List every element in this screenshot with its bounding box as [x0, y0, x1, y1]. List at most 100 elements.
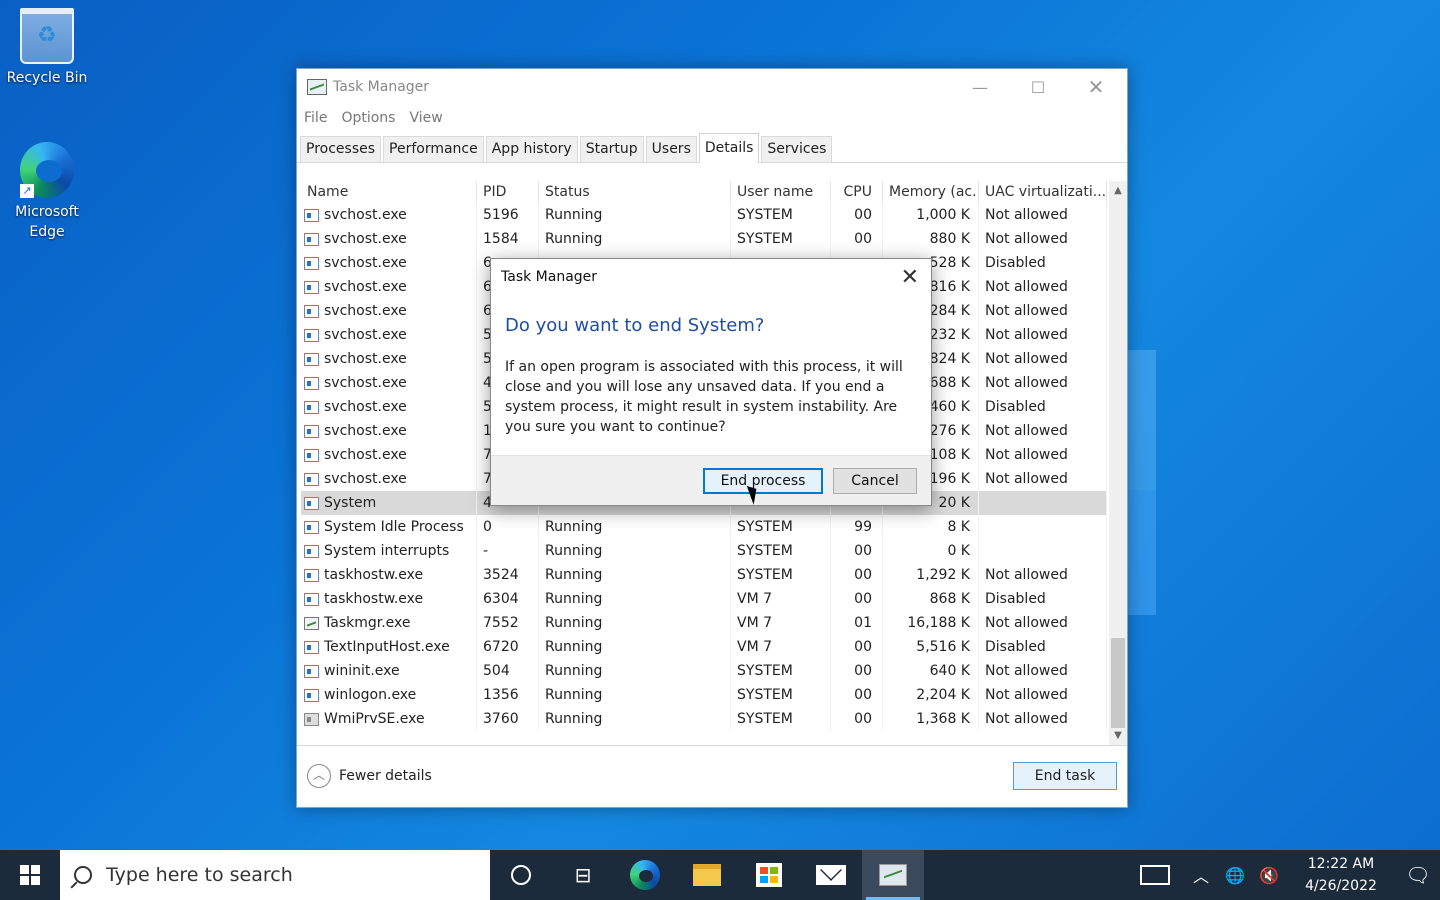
- cell-memory: 868 K: [883, 587, 979, 611]
- table-row[interactable]: wininit.exe 504 Running SYSTEM 00 640 K Not al…: [301, 659, 1107, 683]
- table-row[interactable]: svchost.exe 5196 Running SYSTEM 00 1,000 K Not…: [301, 203, 1107, 227]
- cell-cpu: 00: [831, 707, 883, 731]
- taskbar-task-manager-button[interactable]: [862, 850, 924, 900]
- scroll-up-arrow-icon[interactable]: ▲: [1109, 183, 1127, 199]
- table-row[interactable]: Taskmgr.exe 7552 Running VM 7 01 16,188 K Not …: [301, 611, 1107, 635]
- recycle-bin-icon: [20, 8, 74, 64]
- tab-services[interactable]: Services: [761, 136, 833, 162]
- show-hidden-icons-chevron-icon[interactable]: ︿: [1184, 863, 1218, 887]
- cell-cpu: 00: [831, 203, 883, 227]
- process-name: wininit.exe: [324, 663, 400, 679]
- tab-startup[interactable]: Startup: [579, 136, 644, 162]
- cell-pid: 5196: [477, 203, 539, 227]
- minimize-button[interactable]: —: [951, 69, 1009, 105]
- tab-app-history[interactable]: App history: [485, 136, 578, 162]
- cell-uac: Not allowed: [979, 371, 1107, 395]
- menu-file[interactable]: File: [304, 110, 327, 126]
- scroll-thumb[interactable]: [1111, 638, 1125, 728]
- process-icon: [304, 592, 319, 606]
- taskbar-store-button[interactable]: [738, 850, 800, 900]
- cancel-button[interactable]: Cancel: [833, 468, 917, 494]
- cell-name: svchost.exe: [301, 275, 477, 299]
- news-widget-icon[interactable]: [1140, 865, 1170, 885]
- network-globe-icon[interactable]: 🌐: [1218, 866, 1252, 885]
- end-task-button[interactable]: End task: [1013, 762, 1117, 790]
- taskbar-clock[interactable]: 12:22 AM 4/26/2022: [1296, 853, 1386, 897]
- cell-name: svchost.exe: [301, 299, 477, 323]
- vertical-scrollbar[interactable]: ▲ ▼: [1109, 181, 1127, 746]
- shortcut-arrow-icon: ↗: [20, 184, 34, 198]
- cell-cpu: 00: [831, 227, 883, 251]
- scroll-down-arrow-icon[interactable]: ▼: [1109, 728, 1127, 744]
- column-header-user-name[interactable]: User name: [731, 181, 831, 203]
- cell-uac: Not allowed: [979, 563, 1107, 587]
- task-view-button[interactable]: ⊟: [552, 850, 614, 900]
- column-header-uac[interactable]: UAC virtualizati...: [979, 181, 1107, 203]
- cell-cpu: 00: [831, 587, 883, 611]
- tab-users[interactable]: Users: [645, 136, 697, 162]
- cell-user-name: SYSTEM: [731, 203, 831, 227]
- cell-user-name: VM 7: [731, 635, 831, 659]
- process-icon: [304, 328, 319, 342]
- taskbar-mail-button[interactable]: [800, 850, 862, 900]
- start-button[interactable]: [0, 850, 60, 900]
- taskbar-edge-button[interactable]: [614, 850, 676, 900]
- dialog-close-icon[interactable]: ✕: [901, 265, 919, 290]
- clock-date: 4/26/2022: [1305, 878, 1377, 894]
- fewer-details-label: Fewer details: [339, 768, 432, 784]
- desktop-icon-label: Recycle Bin: [6, 70, 88, 86]
- process-icon: [304, 544, 319, 558]
- taskbar-search-box[interactable]: Type here to search: [60, 850, 490, 900]
- process-icon: [304, 280, 319, 294]
- cell-cpu: 00: [831, 659, 883, 683]
- taskbar: Type here to search ⊟ ︿ 🌐 🔇 12:22 AM 4/2…: [0, 850, 1440, 900]
- column-header-status[interactable]: Status: [539, 181, 731, 203]
- column-header-pid[interactable]: PID: [477, 181, 539, 203]
- volume-muted-icon[interactable]: 🔇: [1252, 866, 1286, 885]
- table-row[interactable]: svchost.exe 1584 Running SYSTEM 00 880 K Not a…: [301, 227, 1107, 251]
- end-process-button[interactable]: End process: [703, 468, 823, 494]
- cell-pid: 0: [477, 515, 539, 539]
- column-header-memory[interactable]: Memory (ac...: [883, 181, 979, 203]
- fewer-details-button[interactable]: ︿ Fewer details: [307, 764, 432, 788]
- menu-view[interactable]: View: [409, 110, 442, 126]
- process-icon: [304, 376, 319, 390]
- sort-ascending-icon: ^: [383, 181, 392, 188]
- menu-options[interactable]: Options: [341, 110, 395, 126]
- table-row[interactable]: System Idle Process 0 Running SYSTEM 99 8 K: [301, 515, 1107, 539]
- title-bar[interactable]: Task Manager — ☐ ✕: [297, 69, 1127, 105]
- cell-pid: 1584: [477, 227, 539, 251]
- table-row[interactable]: TextInputHost.exe 6720 Running VM 7 00 5,516 …: [301, 635, 1107, 659]
- table-row[interactable]: WmiPrvSE.exe 3760 Running SYSTEM 00 1,368 K No…: [301, 707, 1107, 731]
- desktop-icon-microsoft-edge[interactable]: ↗ Microsoft Edge: [4, 142, 90, 242]
- process-name: System: [324, 495, 377, 511]
- taskbar-file-explorer-button[interactable]: [676, 850, 738, 900]
- column-header-cpu[interactable]: CPU: [831, 181, 883, 203]
- table-row[interactable]: winlogon.exe 1356 Running SYSTEM 00 2,204 K No…: [301, 683, 1107, 707]
- cell-uac: Not allowed: [979, 323, 1107, 347]
- tab-processes[interactable]: Processes: [300, 136, 382, 162]
- process-name: taskhostw.exe: [324, 567, 424, 583]
- search-placeholder: Type here to search: [106, 864, 293, 886]
- cell-status: Running: [539, 203, 731, 227]
- cell-status: Running: [539, 539, 731, 563]
- table-row[interactable]: System interrupts - Running SYSTEM 00 0 K: [301, 539, 1107, 563]
- tab-performance[interactable]: Performance: [383, 136, 484, 162]
- tab-details[interactable]: Details: [698, 133, 760, 163]
- desktop-icon-recycle-bin[interactable]: Recycle Bin: [4, 8, 90, 88]
- cell-uac: [979, 491, 1107, 515]
- cell-pid: 1356: [477, 683, 539, 707]
- cell-name: System Idle Process: [301, 515, 477, 539]
- cortana-button[interactable]: [490, 850, 552, 900]
- maximize-button[interactable]: ☐: [1009, 69, 1067, 105]
- cell-pid: 6304: [477, 587, 539, 611]
- process-name: WmiPrvSE.exe: [324, 711, 425, 727]
- cell-name: svchost.exe: [301, 395, 477, 419]
- process-name: svchost.exe: [324, 207, 407, 223]
- cell-user-name: SYSTEM: [731, 227, 831, 251]
- cell-uac: Not allowed: [979, 467, 1107, 491]
- table-row[interactable]: taskhostw.exe 6304 Running VM 7 00 868 K Disab…: [301, 587, 1107, 611]
- notification-center-icon[interactable]: 🗨: [1396, 863, 1440, 887]
- close-button[interactable]: ✕: [1067, 69, 1125, 105]
- table-row[interactable]: taskhostw.exe 3524 Running SYSTEM 00 1,292 KN…: [301, 563, 1107, 587]
